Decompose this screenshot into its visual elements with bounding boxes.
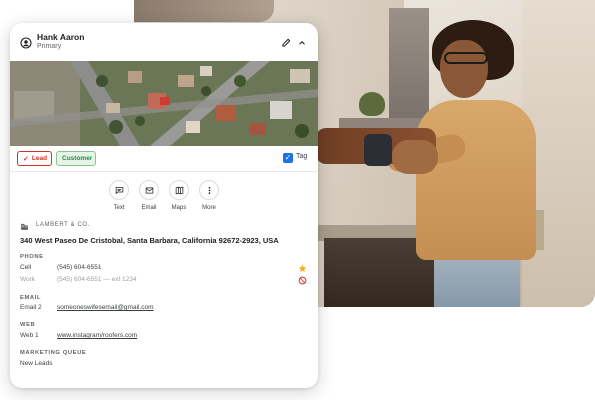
map-icon <box>175 186 183 194</box>
tag-checkbox[interactable]: ✓ <box>283 153 293 163</box>
phone-section-title: PHONE <box>20 254 44 260</box>
maps-action[interactable]: Maps <box>167 180 191 211</box>
photo-plant <box>359 92 385 116</box>
customer-chip[interactable]: Customer <box>56 151 96 166</box>
contact-subtitle: Primary <box>37 43 62 50</box>
lead-chip-label: Lead <box>31 155 48 162</box>
photo-glasses <box>444 52 488 64</box>
more-vertical-icon <box>208 186 210 194</box>
aerial-map[interactable] <box>10 61 318 146</box>
phone-work-label: Work <box>20 276 36 283</box>
photo-sleeve <box>134 0 274 22</box>
photo-face <box>440 40 488 98</box>
photo-range-hood <box>389 8 429 118</box>
contact-name: Hank Aaron <box>37 32 85 42</box>
tags-row: ✓ Lead Customer ✓ Tag <box>10 146 318 172</box>
phone-work-value[interactable]: (545) 604-6551 — ext 1234 <box>57 276 137 283</box>
web-label: Web 1 <box>20 332 39 339</box>
message-icon <box>115 186 123 194</box>
photo-sweater <box>416 100 536 260</box>
customer-chip-label: Customer <box>62 155 93 162</box>
marketing-queue-value[interactable]: New Leads <box>20 360 53 367</box>
star-icon[interactable] <box>298 264 307 273</box>
email-value-link[interactable]: someoneswifesemail@gmail.com <box>57 304 154 311</box>
building-icon <box>21 223 28 230</box>
text-action[interactable]: Text <box>107 180 131 211</box>
web-value-link[interactable]: www.instagram/roofers.com <box>57 332 137 339</box>
block-icon[interactable] <box>298 276 307 285</box>
marketing-section-title: MARKETING QUEUE <box>20 350 87 356</box>
lead-chip[interactable]: ✓ Lead <box>17 151 52 166</box>
email-action-label: Email <box>141 205 157 211</box>
pencil-icon[interactable] <box>281 37 292 48</box>
card-header: Hank Aaron Primary <box>10 23 318 61</box>
more-action-label: More <box>202 205 216 211</box>
more-action[interactable]: More <box>197 180 221 211</box>
email-label: Email 2 <box>20 304 42 311</box>
photo-cuff <box>364 134 392 166</box>
company-name: LAMBERT & CO. <box>36 222 90 228</box>
phone-cell-value[interactable]: (545) 604-6551 <box>57 264 101 271</box>
mail-icon <box>145 187 153 193</box>
quick-actions: Text Email Maps More <box>10 180 318 216</box>
web-section-title: WEB <box>20 322 36 328</box>
maps-action-label: Maps <box>171 205 187 211</box>
email-action[interactable]: Email <box>137 180 161 211</box>
contact-card: Hank Aaron Primary ✓ Lead Customer ✓ Tag… <box>10 23 318 388</box>
address[interactable]: 340 West Paseo De Cristobal, Santa Barba… <box>20 236 279 245</box>
photo-handshake <box>392 140 438 174</box>
email-section-title: EMAIL <box>20 295 42 301</box>
phone-cell-label: Cell <box>20 264 32 271</box>
text-action-label: Text <box>113 205 125 211</box>
tag-checkbox-label: Tag <box>296 153 308 160</box>
person-circle-icon <box>20 37 32 49</box>
check-icon: ✓ <box>23 155 29 163</box>
chevron-up-icon[interactable] <box>297 38 307 48</box>
